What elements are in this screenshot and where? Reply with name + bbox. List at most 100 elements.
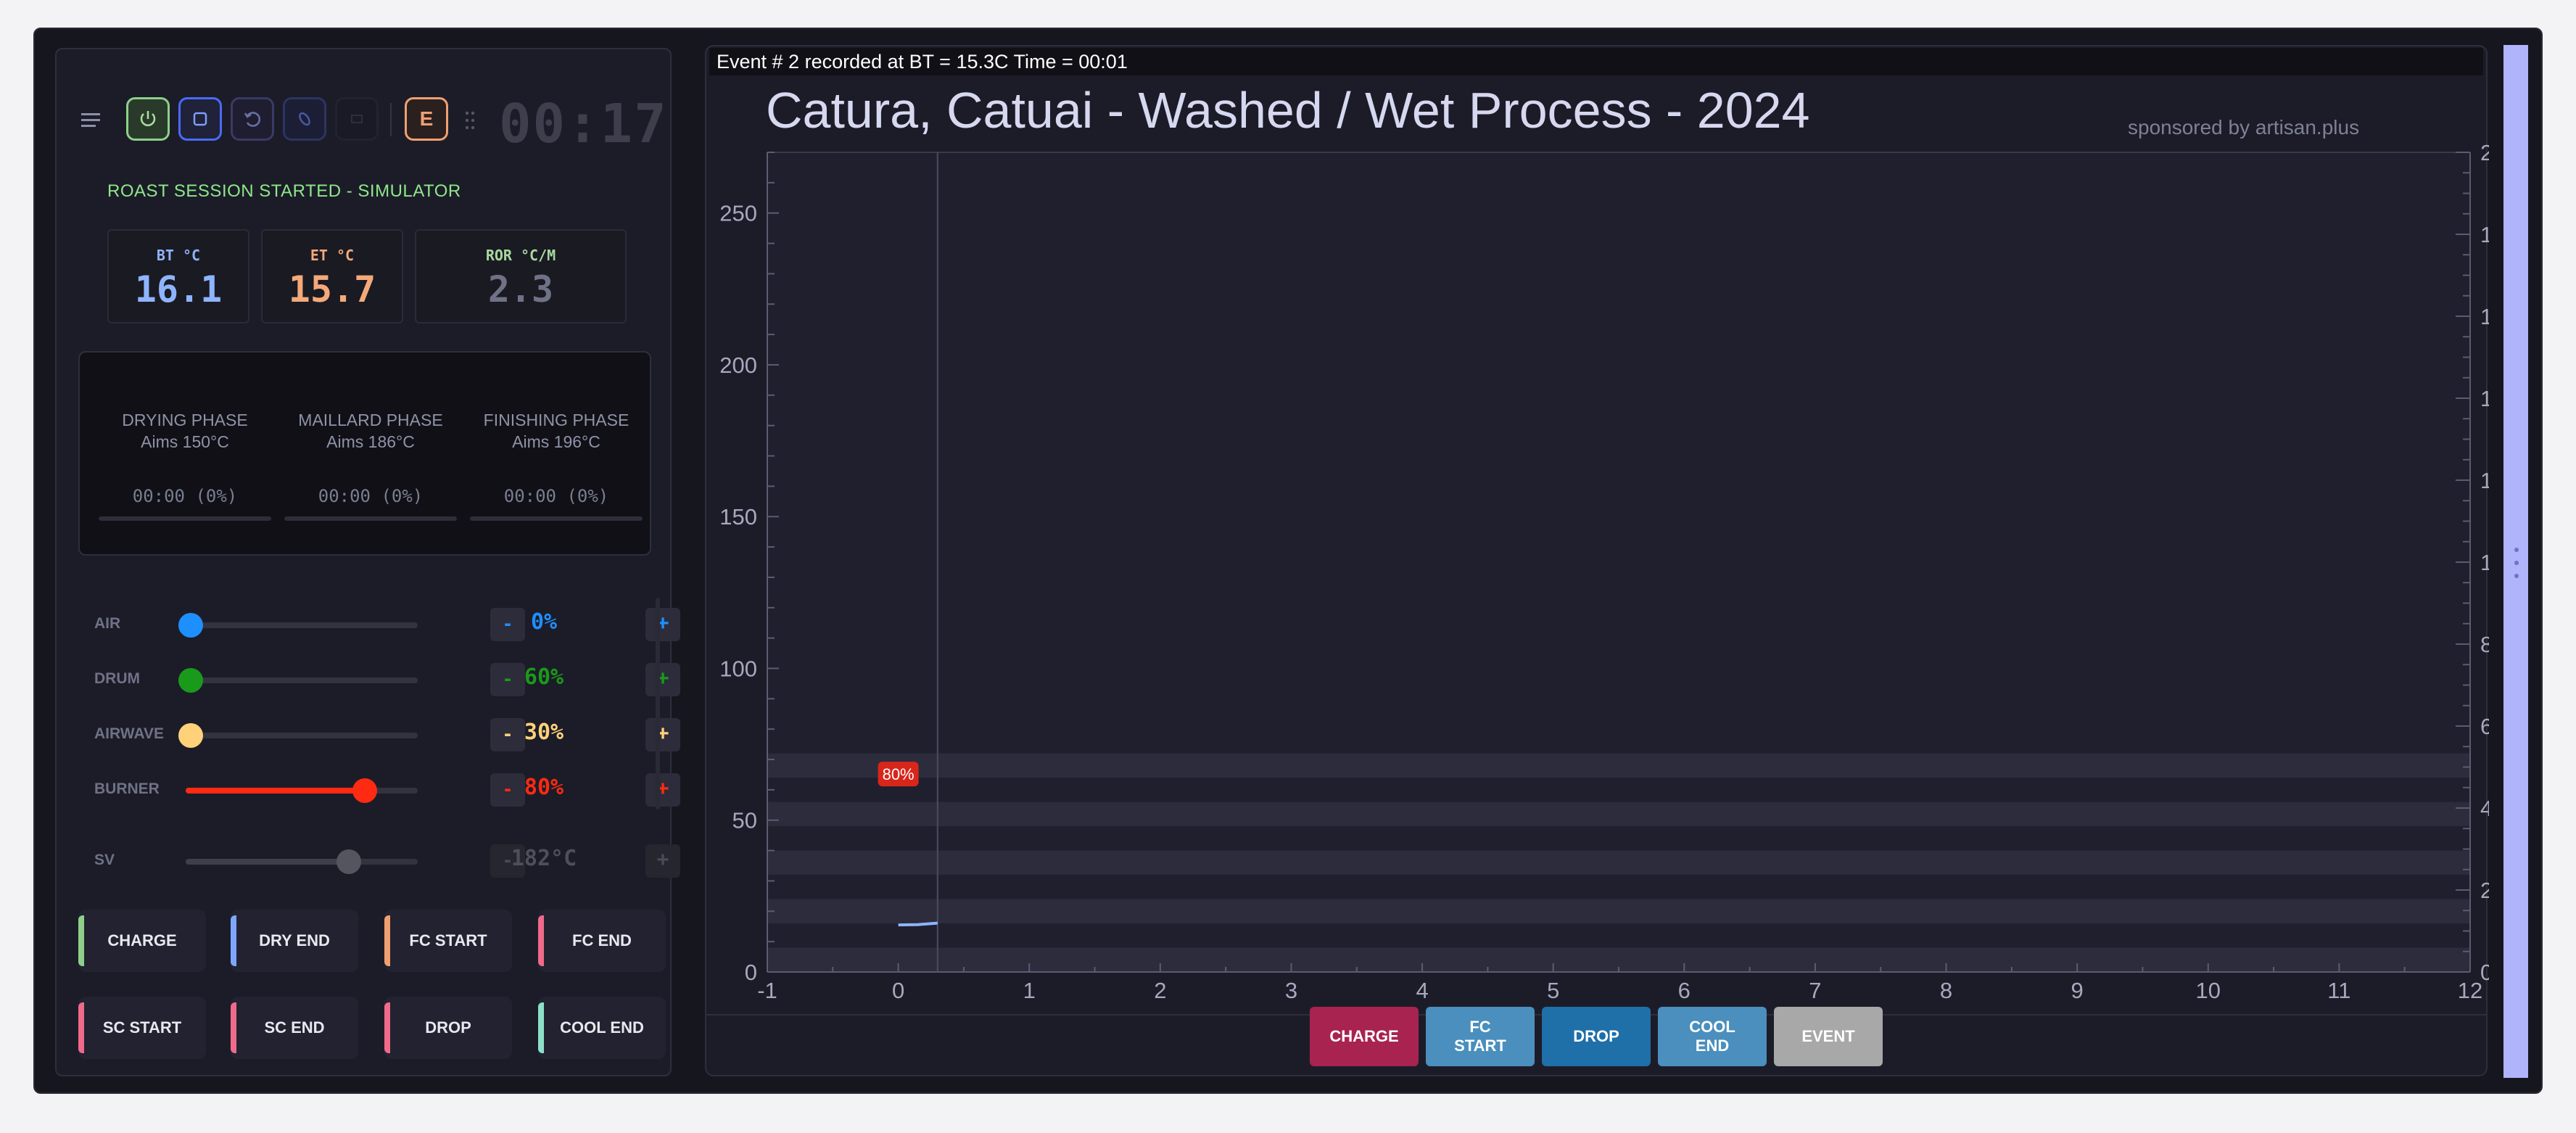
y-tick-label: 200 bbox=[719, 353, 757, 378]
slider-value: 30% bbox=[524, 720, 564, 745]
phase-name: DRYING PHASE bbox=[122, 411, 248, 429]
slider-knob[interactable] bbox=[337, 849, 361, 874]
chart-charge-button[interactable]: CHARGE bbox=[1310, 1007, 1419, 1066]
e-button[interactable]: E bbox=[405, 97, 448, 141]
slider-label: DRUM bbox=[94, 670, 140, 687]
stop-icon bbox=[193, 112, 207, 126]
x-tick-label: 6 bbox=[1678, 978, 1690, 1003]
x-tick-label: 3 bbox=[1285, 978, 1297, 1003]
x-tick-label: 1 bbox=[1023, 978, 1036, 1003]
drying-phase: DRYING PHASE Aims 150°C 00:00 (0%) bbox=[96, 409, 274, 521]
slider-track[interactable] bbox=[178, 723, 418, 748]
slider-value: 80% bbox=[524, 775, 564, 800]
slider-fill bbox=[186, 859, 348, 865]
charge-button[interactable]: CHARGE bbox=[78, 910, 206, 972]
sc-start-button[interactable]: SC START bbox=[78, 997, 206, 1059]
button-accent bbox=[384, 1002, 390, 1053]
slider-burner: BURNER - 80% + bbox=[94, 772, 680, 808]
plus-button[interactable]: + bbox=[645, 773, 680, 807]
et-value: 15.7 bbox=[288, 268, 376, 310]
sensor-button[interactable] bbox=[283, 97, 326, 141]
cool-end-button[interactable]: COOL END bbox=[538, 997, 666, 1059]
y2-tick-label: 16 bbox=[2480, 304, 2489, 329]
button-accent bbox=[538, 1002, 544, 1053]
power-icon bbox=[140, 111, 156, 126]
chart-panel: Event # 2 recorded at BT = 15.3C Time = … bbox=[705, 45, 2489, 1076]
button-label: SC START bbox=[102, 1018, 182, 1037]
phase-aim: Aims 196°C bbox=[512, 432, 600, 451]
toolbar: E 00:17 bbox=[78, 93, 673, 155]
slider-knob[interactable] bbox=[352, 778, 377, 803]
power-button[interactable] bbox=[126, 97, 170, 141]
slider-knob[interactable] bbox=[178, 723, 203, 748]
et-label: ET °C bbox=[310, 247, 355, 264]
x-tick-label: 4 bbox=[1416, 978, 1428, 1003]
chart-cool-end-button[interactable]: COOL END bbox=[1658, 1007, 1767, 1066]
slider-track[interactable] bbox=[178, 668, 418, 693]
status-message: ROAST SESSION STARTED - SIMULATOR bbox=[107, 181, 461, 201]
slider-label: AIR bbox=[94, 615, 121, 632]
y-tick-label: 100 bbox=[719, 656, 757, 681]
phase-progress-bar bbox=[284, 516, 457, 521]
background-band bbox=[767, 753, 2470, 778]
menu-icon[interactable] bbox=[78, 107, 107, 133]
bt-value: 16.1 bbox=[134, 268, 223, 310]
drag-dots-icon[interactable] bbox=[2514, 545, 2519, 580]
plus-button[interactable]: + bbox=[645, 663, 680, 696]
plus-button[interactable]: + bbox=[645, 608, 680, 641]
chart-drop-button[interactable]: DROP bbox=[1542, 1007, 1651, 1066]
chart-event-button[interactable]: EVENT bbox=[1774, 1007, 1883, 1066]
y-tick-label: 150 bbox=[719, 504, 757, 530]
slider-track[interactable] bbox=[186, 778, 418, 803]
slider-value: 0% bbox=[530, 609, 558, 635]
background-band bbox=[767, 850, 2470, 876]
button-label: DROP bbox=[425, 1018, 471, 1037]
slider-knob[interactable] bbox=[178, 613, 203, 638]
reset-button[interactable] bbox=[231, 97, 274, 141]
x-tick-label: 12 bbox=[2458, 978, 2482, 1003]
plus-button[interactable]: + bbox=[645, 718, 680, 751]
slider-label: AIRWAVE bbox=[94, 725, 165, 742]
slider-track[interactable] bbox=[178, 613, 418, 638]
drop-button[interactable]: DROP bbox=[384, 997, 512, 1059]
button-accent bbox=[538, 915, 544, 966]
fc-start-button[interactable]: FC START bbox=[384, 910, 512, 972]
slider-sv: SV - 182°C + bbox=[94, 843, 680, 879]
sponsor-text: sponsored by artisan.plus bbox=[2128, 116, 2360, 139]
fc-end-button[interactable]: FC END bbox=[538, 910, 666, 972]
drag-handle-icon[interactable] bbox=[463, 110, 477, 131]
y2-tick-label: 6 bbox=[2480, 714, 2489, 739]
slider-label: BURNER bbox=[94, 780, 160, 797]
x-tick-label: 10 bbox=[2196, 978, 2221, 1003]
bt-readout: BT °C 16.1 bbox=[107, 229, 249, 324]
slider-value: 60% bbox=[524, 664, 564, 690]
slider-airwave: AIRWAVE - 30% + bbox=[94, 717, 680, 753]
x-tick-label: 0 bbox=[892, 978, 904, 1003]
background-band bbox=[767, 802, 2470, 827]
plus-button[interactable]: + bbox=[645, 844, 680, 878]
y2-tick-label: 18 bbox=[2480, 222, 2489, 247]
et-readout: ET °C 15.7 bbox=[261, 229, 403, 324]
scrollbar[interactable] bbox=[656, 598, 660, 809]
app-window: E 00:17 ROAST SESSION STARTED - SIMULATO… bbox=[33, 28, 2543, 1094]
slider-fill bbox=[186, 788, 364, 794]
control-panel: E 00:17 ROAST SESSION STARTED - SIMULATO… bbox=[55, 48, 680, 1076]
stop-button[interactable] bbox=[178, 97, 222, 141]
finishing-phase: FINISHING PHASE Aims 196°C 00:00 (0%) bbox=[467, 409, 645, 521]
chart-fc-start-button[interactable]: FC START bbox=[1426, 1007, 1535, 1066]
button-accent bbox=[78, 1002, 84, 1053]
button-label: COOL END bbox=[560, 1018, 644, 1037]
slider-value: 182°C bbox=[511, 846, 577, 871]
y2-tick-label: 8 bbox=[2480, 632, 2489, 657]
slider-track[interactable] bbox=[186, 849, 418, 874]
dry-end-button[interactable]: DRY END bbox=[231, 910, 358, 972]
button-label: FC END bbox=[572, 931, 632, 949]
slider-knob[interactable] bbox=[178, 668, 203, 693]
sc-end-button[interactable]: SC END bbox=[231, 997, 358, 1059]
disabled-button[interactable] bbox=[335, 97, 379, 141]
disabled-icon bbox=[351, 115, 363, 123]
phase-time: 00:00 (0%) bbox=[503, 486, 609, 506]
ror-label: ROR °C/M bbox=[485, 247, 556, 264]
maillard-phase: MAILLARD PHASE Aims 186°C 00:00 (0%) bbox=[281, 409, 460, 521]
y2-tick-label: 20 bbox=[2480, 140, 2489, 165]
